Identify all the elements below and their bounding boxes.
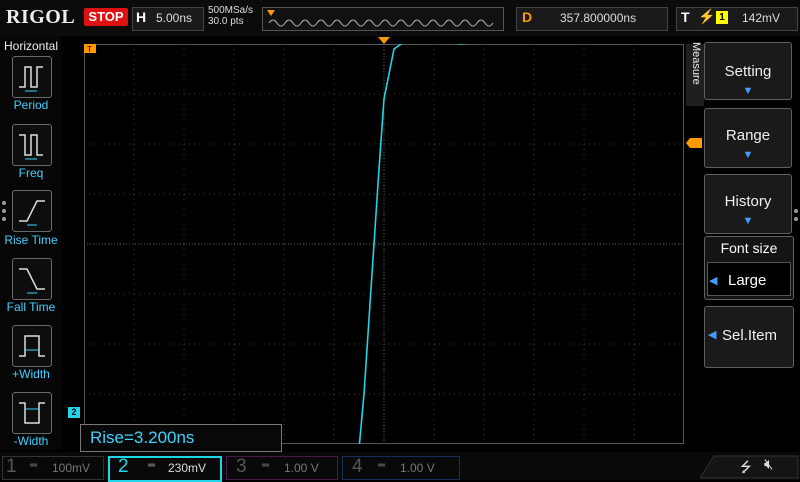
rise-time-result: Rise=3.200ns (90, 428, 195, 447)
chevron-down-icon: ▼ (742, 85, 754, 97)
waveform-display[interactable] (84, 44, 684, 444)
chevron-down-icon: ▼ (742, 149, 754, 161)
frequency-icon (19, 134, 43, 160)
fall-time-label: Fall Time (6, 300, 56, 314)
channel-3-number: 3 (236, 456, 247, 477)
channel-4-number: 4 (352, 456, 363, 477)
delay-key-label: D (522, 9, 533, 25)
period-label: Period (13, 98, 49, 112)
measure-tab-label: Measure (690, 42, 702, 85)
font-size-value: Large (728, 272, 767, 289)
memory-overview-strip[interactable] (262, 7, 504, 31)
coupling-icon: ═ (262, 460, 270, 471)
channel-2-offset-marker[interactable]: 2 (68, 407, 80, 418)
timebase-value: 5.00ns (156, 11, 193, 25)
chevron-left-icon: ◀ (708, 329, 717, 341)
scroll-dot (2, 217, 6, 221)
period-button[interactable] (12, 56, 52, 98)
chevron-left-icon: ◀ (709, 275, 718, 287)
coupling-icon: ═ (378, 460, 386, 471)
setting-label: Setting (724, 63, 772, 80)
coupling-icon: ═ (148, 460, 156, 471)
scroll-dot (794, 217, 798, 221)
trigger-key-label: T (681, 9, 690, 25)
negative-width-icon (19, 402, 45, 424)
trigger-position-marker (378, 37, 390, 44)
rise-time-icon (19, 200, 45, 226)
left-panel-title: Horizontal (3, 39, 59, 53)
scroll-dot (794, 209, 798, 213)
rise-time-label: Rise Time (4, 233, 58, 247)
svg-text:T: T (87, 45, 92, 54)
font-size-title: Font size (720, 240, 778, 256)
negative-width-label: -Width (13, 434, 49, 448)
channel-3-scale: 1.00 V (284, 461, 319, 475)
brand-logo: RIGOL (6, 6, 76, 28)
trigger-level: 142mV (742, 11, 781, 25)
scroll-dot (2, 201, 6, 205)
history-label: History (724, 193, 772, 210)
trigger-level-marker (686, 138, 702, 148)
period-icon (19, 66, 43, 92)
range-label: Range (725, 127, 771, 144)
trigger-source-badge: 1 (716, 11, 728, 24)
positive-width-button[interactable] (12, 325, 52, 367)
coupling-icon: ═ (30, 460, 38, 471)
channel-1-scale: 100mV (52, 461, 91, 475)
history-button[interactable]: History ▼ (704, 174, 792, 234)
rising-edge-icon: ⚡ (698, 8, 716, 24)
sample-info: 500MSa/s 30.0 pts (208, 5, 253, 27)
channel-1-number: 1 (6, 456, 17, 477)
usb-icon: ⭍ (740, 459, 752, 475)
sample-rate: 500MSa/s (208, 5, 254, 16)
fall-time-button[interactable] (12, 258, 52, 300)
scroll-dot (2, 209, 6, 213)
memory-depth: 30.0 pts (208, 16, 244, 27)
positive-width-label: +Width (12, 367, 50, 381)
sel-item-label: Sel.Item (722, 327, 778, 344)
freq-label: Freq (18, 166, 44, 180)
horizontal-key-label: H (136, 9, 147, 25)
channel-4-scale: 1.00 V (400, 461, 435, 475)
channel-2-scale: 230mV (168, 461, 207, 475)
memory-start-marker: T (84, 44, 96, 54)
positive-width-icon (19, 335, 45, 357)
delay-value: 357.800000ns (560, 11, 637, 25)
run-stop-indicator[interactable]: STOP (84, 8, 128, 26)
speaker-muted-icon: 🔇︎ (764, 456, 774, 473)
measure-tab[interactable]: Measure (686, 42, 704, 106)
channel-2-number: 2 (118, 456, 129, 477)
chevron-down-icon: ▼ (742, 215, 754, 227)
setting-button[interactable]: Setting ▼ (704, 42, 792, 100)
freq-button[interactable] (12, 124, 52, 166)
fall-time-icon (19, 268, 45, 294)
negative-width-button[interactable] (12, 392, 52, 434)
rise-time-button[interactable] (12, 190, 52, 232)
memory-waveform-icon (267, 10, 494, 27)
range-button[interactable]: Range ▼ (704, 108, 792, 168)
